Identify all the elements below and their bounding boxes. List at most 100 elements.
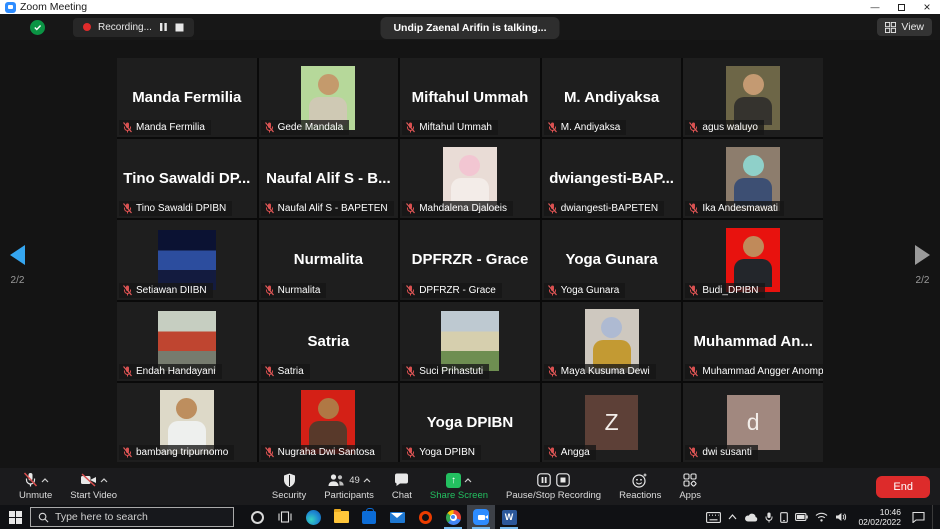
- phone-link-icon[interactable]: [780, 512, 788, 523]
- video-options-chevron-icon[interactable]: [100, 478, 108, 483]
- wifi-icon[interactable]: [815, 512, 828, 522]
- participant-nameplate: Budi_DPIBN: [685, 283, 764, 298]
- participant-tile[interactable]: Miftahul Ummah Miftahul Ummah: [400, 58, 540, 137]
- participant-tile[interactable]: Ika Andesmawati: [683, 139, 823, 218]
- maximize-button[interactable]: [888, 0, 914, 14]
- cortana-button[interactable]: [243, 505, 271, 529]
- participant-tile[interactable]: Manda Fermilia Manda Fermilia: [117, 58, 257, 137]
- microphone-tray-icon[interactable]: [765, 512, 773, 523]
- gallery-view-icon: [885, 22, 896, 33]
- participant-tile[interactable]: DPFRZR - Grace DPFRZR - Grace: [400, 220, 540, 299]
- recording-label: Recording...: [98, 22, 152, 33]
- apps-button[interactable]: Apps: [670, 472, 710, 501]
- volume-icon[interactable]: [835, 512, 847, 522]
- pause-recording-button[interactable]: [159, 22, 168, 32]
- start-video-button[interactable]: Start Video: [61, 472, 126, 501]
- participant-name-label: bambang tripurnomo: [136, 447, 228, 458]
- participant-tile[interactable]: Suci Prihastuti: [400, 302, 540, 381]
- participant-tile[interactable]: Satria Satria: [259, 302, 399, 381]
- taskbar-icon-store[interactable]: [355, 505, 383, 529]
- reactions-button[interactable]: Reactions: [610, 472, 670, 501]
- participant-tile[interactable]: dwiangesti-BAP... dwiangesti-BAPETEN: [542, 139, 682, 218]
- minimize-button[interactable]: —: [862, 0, 888, 14]
- unmute-options-chevron-icon[interactable]: [41, 478, 49, 483]
- search-input[interactable]: [55, 511, 205, 523]
- participant-name-label: Maya Kusuma Dewi: [561, 366, 650, 377]
- taskbar-clock[interactable]: 10:46 02/02/2022: [858, 507, 901, 527]
- participant-tile[interactable]: Mahdalena Djaloeis: [400, 139, 540, 218]
- action-center-icon[interactable]: [912, 511, 925, 523]
- participant-name-label: Satria: [278, 366, 304, 377]
- share-screen-button[interactable]: ↑ Share Screen: [421, 472, 497, 501]
- participant-tile[interactable]: agus waluyo: [683, 58, 823, 137]
- close-button[interactable]: ×: [914, 0, 940, 14]
- next-page-arrow-icon[interactable]: [915, 245, 930, 265]
- participant-name-label: Ika Andesmawati: [702, 203, 778, 214]
- taskbar-search[interactable]: [30, 507, 234, 527]
- muted-mic-icon: [689, 285, 698, 296]
- meeting-info-shield-icon[interactable]: [30, 20, 45, 35]
- participant-tile[interactable]: Muhammad An... Muhammad Angger Anompa: [683, 302, 823, 381]
- touch-keyboard-icon[interactable]: [706, 512, 721, 523]
- share-screen-label: Share Screen: [430, 490, 488, 501]
- muted-mic-icon: [123, 122, 132, 133]
- participant-name-label: Manda Fermilia: [136, 122, 205, 133]
- share-options-chevron-icon[interactable]: [464, 478, 472, 483]
- participant-tile[interactable]: Naufal Alif S - B... Naufal Alif S - BAP…: [259, 139, 399, 218]
- battery-icon[interactable]: [795, 513, 808, 521]
- taskbar-icon-word[interactable]: W: [495, 505, 523, 529]
- participant-tile[interactable]: Yoga DPIBN Yoga DPIBN: [400, 383, 540, 462]
- taskbar-icon-office[interactable]: [411, 505, 439, 529]
- security-label: Security: [272, 490, 306, 501]
- onedrive-icon[interactable]: [744, 513, 758, 522]
- stop-recording-button[interactable]: [175, 23, 184, 32]
- taskbar-icon-chrome[interactable]: [439, 505, 467, 529]
- view-button[interactable]: View: [877, 18, 932, 36]
- hidden-icons-chevron-icon[interactable]: [728, 514, 737, 520]
- participant-tile[interactable]: d dwi susanti: [683, 383, 823, 462]
- participant-nameplate: Naufal Alif S - BAPETEN: [261, 201, 394, 216]
- participant-tile[interactable]: Z Angga: [542, 383, 682, 462]
- chat-button[interactable]: Chat: [383, 472, 421, 501]
- participant-tile[interactable]: Nurmalita Nurmalita: [259, 220, 399, 299]
- security-button[interactable]: Security: [263, 472, 315, 501]
- participant-tile[interactable]: Yoga Gunara Yoga Gunara: [542, 220, 682, 299]
- pause-stop-recording-button[interactable]: Pause/Stop Recording: [497, 472, 610, 501]
- taskbar-icon-edge[interactable]: [299, 505, 327, 529]
- recording-indicator: Recording...: [73, 18, 194, 37]
- muted-mic-icon: [689, 447, 698, 458]
- previous-page-arrow-icon[interactable]: [10, 245, 25, 265]
- participants-chevron-icon[interactable]: [363, 478, 371, 483]
- participants-icon: [327, 473, 345, 487]
- participant-nameplate: Muhammad Angger Anompa: [685, 364, 823, 379]
- participant-tile[interactable]: Nugraha Dwi Santosa: [259, 383, 399, 462]
- participant-tile[interactable]: Maya Kusuma Dewi: [542, 302, 682, 381]
- taskbar-icon-mail[interactable]: [383, 505, 411, 529]
- participant-tile[interactable]: M. Andiyaksa M. Andiyaksa: [542, 58, 682, 137]
- file-explorer-icon: [334, 511, 349, 523]
- muted-mic-icon: [406, 447, 415, 458]
- participant-name-label: Angga: [561, 447, 590, 458]
- participant-name-label: Budi_DPIBN: [702, 285, 758, 296]
- windows-logo-icon: [9, 511, 22, 524]
- taskbar-icon-zoom[interactable]: [467, 505, 495, 529]
- unmute-button[interactable]: Unmute: [10, 472, 61, 501]
- participant-tile[interactable]: bambang tripurnomo: [117, 383, 257, 462]
- word-icon: W: [502, 510, 517, 525]
- participant-name-label: Mahdalena Djaloeis: [419, 203, 507, 214]
- task-view-button[interactable]: [271, 505, 299, 529]
- participant-photo: [158, 311, 216, 371]
- start-button[interactable]: [0, 505, 30, 529]
- muted-mic-icon: [123, 285, 132, 296]
- participant-tile[interactable]: Endah Handayani: [117, 302, 257, 381]
- taskbar-icon-file-explorer[interactable]: [327, 505, 355, 529]
- participant-tile[interactable]: Budi_DPIBN: [683, 220, 823, 299]
- participant-tile[interactable]: Tino Sawaldi DP... Tino Sawaldi DPIBN: [117, 139, 257, 218]
- participant-tile[interactable]: Gede Mandala: [259, 58, 399, 137]
- participant-nameplate: Satria: [261, 364, 310, 379]
- end-meeting-button[interactable]: End: [876, 476, 930, 498]
- photo-head: [318, 398, 339, 419]
- show-desktop-button[interactable]: [932, 505, 936, 529]
- participant-tile[interactable]: Setiawan DIIBN: [117, 220, 257, 299]
- participants-button[interactable]: 49 Participants: [315, 472, 383, 501]
